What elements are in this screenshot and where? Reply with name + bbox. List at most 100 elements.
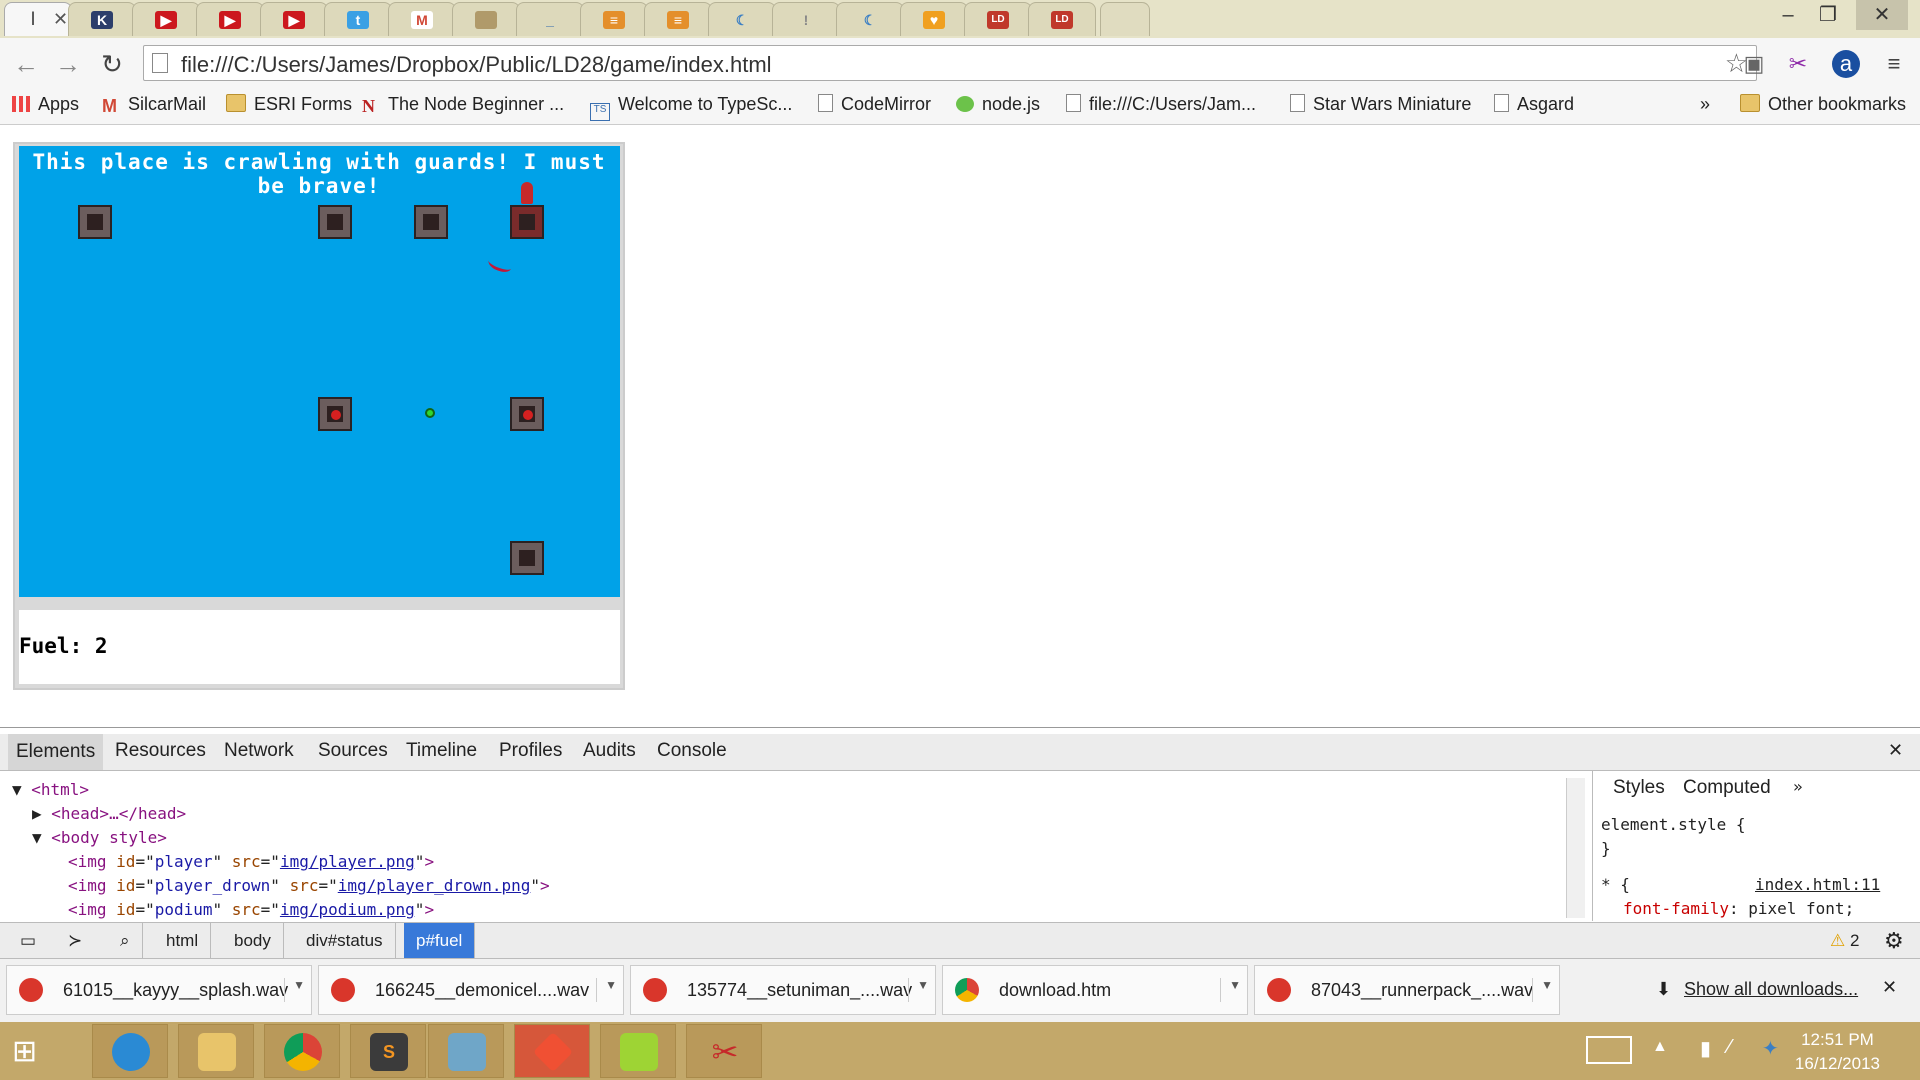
- menu-icon[interactable]: ≡: [1880, 50, 1908, 78]
- taskbar-sublime[interactable]: S: [350, 1024, 426, 1078]
- keyboard-icon[interactable]: [1586, 1036, 1632, 1064]
- taskbar-explorer[interactable]: [178, 1024, 254, 1078]
- tab-audits[interactable]: Audits: [583, 740, 636, 762]
- rule-source-link[interactable]: index.html:11: [1755, 875, 1880, 894]
- bookmarks-overflow-button[interactable]: »: [1700, 94, 1710, 115]
- a-extension-icon[interactable]: a: [1832, 50, 1860, 78]
- crumb-body[interactable]: body: [222, 923, 284, 959]
- bookmark-star-wars[interactable]: Star Wars Miniature: [1290, 94, 1471, 115]
- bookmark-silcarmail[interactable]: M SilcarMail: [102, 94, 206, 116]
- dom-scrollbar[interactable]: [1566, 778, 1585, 918]
- taskbar-photos[interactable]: [428, 1024, 504, 1078]
- chevron-down-icon[interactable]: ▼: [1532, 978, 1553, 1002]
- bookmark-esri-forms[interactable]: ESRI Forms: [226, 94, 352, 115]
- back-button[interactable]: ←: [8, 46, 44, 82]
- system-clock[interactable]: 12:51 PM 16/12/2013: [1795, 1028, 1880, 1076]
- download-item[interactable]: 61015__kayyy__splash.wav ▼: [6, 965, 312, 1015]
- tab-moon[interactable]: ☾: [708, 2, 776, 36]
- tab-youtube[interactable]: ▶: [132, 2, 200, 36]
- dom-node-img[interactable]: <img id="player_drown" src="img/player_d…: [12, 874, 1562, 898]
- attr-link[interactable]: img/player.png: [280, 852, 415, 871]
- close-window-button[interactable]: ✕: [1856, 0, 1908, 30]
- taskbar-git[interactable]: [514, 1024, 590, 1078]
- settings-icon[interactable]: ⚙: [1872, 923, 1916, 959]
- bookmark-codemirror[interactable]: CodeMirror: [818, 94, 931, 115]
- scissors-extension-icon[interactable]: ✂: [1784, 50, 1812, 78]
- search-icon[interactable]: ⌕: [108, 923, 143, 959]
- tab-resources[interactable]: Resources: [115, 740, 206, 762]
- tab-console[interactable]: Console: [657, 740, 727, 762]
- new-tab-button[interactable]: [1100, 2, 1150, 36]
- bookmark-asgard[interactable]: Asgard: [1494, 94, 1574, 115]
- windows-start-icon[interactable]: ⊞: [12, 1034, 52, 1070]
- close-shelf-icon[interactable]: ✕: [1882, 977, 1897, 998]
- show-all-downloads-link[interactable]: Show all downloads...: [1684, 979, 1858, 1000]
- tab-styles[interactable]: Styles: [1613, 777, 1665, 799]
- tab-computed[interactable]: Computed: [1683, 777, 1771, 799]
- tab-gmail[interactable]: M: [388, 2, 456, 36]
- bookmark-file[interactable]: file:///C:/Users/Jam...: [1066, 94, 1256, 115]
- tab-underscore[interactable]: _: [516, 2, 584, 36]
- tab-blank[interactable]: !: [772, 2, 840, 36]
- battery-icon[interactable]: ▮: [1700, 1036, 1711, 1061]
- taskbar-snipping[interactable]: ✂: [686, 1024, 762, 1078]
- tab-stackoverflow[interactable]: ≡: [644, 2, 712, 36]
- tab-profiles[interactable]: Profiles: [499, 740, 562, 762]
- network-icon[interactable]: ⁄: [1728, 1036, 1731, 1059]
- chevron-down-icon[interactable]: ▼: [596, 978, 617, 1002]
- bookmark-node-beginner[interactable]: N The Node Beginner ...: [362, 94, 564, 116]
- tab-network[interactable]: Network: [224, 740, 294, 762]
- minimize-button[interactable]: –: [1768, 0, 1808, 30]
- tab-stackoverflow[interactable]: ≡: [580, 2, 648, 36]
- tab-ld48[interactable]: LD: [964, 2, 1032, 36]
- translate-extension-icon[interactable]: ▣: [1740, 50, 1768, 78]
- chevron-down-icon[interactable]: ▼: [1220, 978, 1241, 1002]
- styles-more[interactable]: »: [1793, 777, 1803, 796]
- console-drawer-icon[interactable]: ≻: [56, 923, 94, 959]
- dom-node-head[interactable]: ▶ <head>…</head>: [12, 802, 1562, 826]
- dom-node-body[interactable]: ▼ <body style>: [12, 826, 1562, 850]
- crumb-div-status[interactable]: div#status: [294, 923, 396, 959]
- bookmark-nodejs[interactable]: node.js: [956, 94, 1040, 115]
- tab-shield[interactable]: ♥: [900, 2, 968, 36]
- crumb-html[interactable]: html: [154, 923, 212, 959]
- other-bookmarks[interactable]: Other bookmarks: [1740, 94, 1906, 115]
- attr-link[interactable]: img/player_drown.png: [338, 876, 531, 895]
- tab-twitter[interactable]: t: [324, 2, 392, 36]
- chevron-down-icon[interactable]: ▼: [908, 978, 929, 1002]
- bookmark-typescript[interactable]: TS Welcome to TypeSc...: [590, 94, 792, 121]
- tab-timeline[interactable]: Timeline: [406, 740, 477, 762]
- dom-node-img[interactable]: <img id="player" src="img/player.png">: [12, 850, 1562, 874]
- download-item[interactable]: download.htm ▼: [942, 965, 1248, 1015]
- attr-link[interactable]: img/podium.png: [280, 900, 415, 919]
- dropbox-icon[interactable]: ✦: [1762, 1036, 1779, 1061]
- tab-ld48[interactable]: LD: [1028, 2, 1096, 36]
- dom-node-html[interactable]: ▼ <html>: [12, 778, 1562, 802]
- download-item[interactable]: 87043__runnerpack_....wav ▼: [1254, 965, 1560, 1015]
- taskbar-chrome[interactable]: [264, 1024, 340, 1078]
- chevron-down-icon[interactable]: ▼: [284, 978, 305, 1002]
- tab-document[interactable]: [452, 2, 520, 36]
- download-item[interactable]: 135774__setuniman_....wav ▼: [630, 965, 936, 1015]
- close-tab-icon[interactable]: ✕: [53, 9, 68, 30]
- dom-node-img[interactable]: <img id="podium" src="img/podium.png">: [12, 898, 1562, 922]
- tab-sources[interactable]: Sources: [318, 740, 388, 762]
- restore-button[interactable]: ❐: [1808, 0, 1848, 30]
- bookmark-apps[interactable]: Apps: [12, 94, 79, 115]
- close-devtools-icon[interactable]: ✕: [1888, 740, 1903, 761]
- show-hidden-icons[interactable]: ▲: [1652, 1038, 1668, 1056]
- tab-active[interactable]: l ✕: [4, 2, 72, 36]
- download-item[interactable]: 166245__demonicel....wav ▼: [318, 965, 624, 1015]
- tab-moon[interactable]: ☾: [836, 2, 904, 36]
- tab-elements[interactable]: Elements: [8, 734, 104, 770]
- taskbar-app-green[interactable]: [600, 1024, 676, 1078]
- crumb-p-fuel[interactable]: p#fuel: [404, 923, 476, 959]
- taskbar-ie[interactable]: [92, 1024, 168, 1078]
- dom-tree[interactable]: ▼ <html> ▶ <head>…</head> ▼ <body style>…: [12, 778, 1562, 922]
- forward-button[interactable]: →: [50, 46, 86, 82]
- tab-youtube[interactable]: ▶: [196, 2, 264, 36]
- reload-button[interactable]: ↻: [94, 46, 130, 82]
- address-bar[interactable]: file:///C:/Users/James/Dropbox/Public/LD…: [143, 45, 1757, 81]
- tab-youtube[interactable]: ▶: [260, 2, 328, 36]
- dock-icon[interactable]: ▭: [8, 923, 48, 959]
